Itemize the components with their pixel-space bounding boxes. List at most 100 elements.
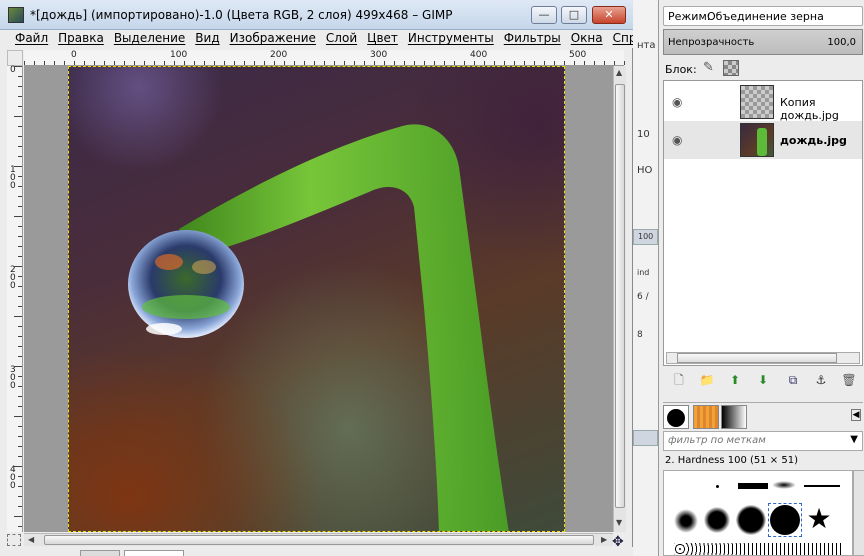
unit-selector[interactable] xyxy=(80,550,120,556)
brush-item[interactable] xyxy=(736,505,766,535)
ruler-tick xyxy=(604,61,605,65)
ruler-tick xyxy=(18,356,22,357)
brush-item[interactable] xyxy=(674,509,698,533)
vertical-scroll-thumb[interactable] xyxy=(615,84,625,508)
ruler-tick xyxy=(18,446,22,447)
image-canvas-raindrop-on-leaf[interactable] xyxy=(68,66,565,532)
ruler-tick xyxy=(494,61,495,65)
ruler-tick xyxy=(18,376,22,377)
ruler-tick xyxy=(384,61,385,65)
visibility-eye-icon[interactable]: ◉ xyxy=(672,95,690,109)
brush-grid: ★ xyxy=(663,470,853,556)
menu-image[interactable]: Изображение xyxy=(225,30,321,47)
menu-help[interactable]: Справка xyxy=(608,30,633,47)
close-button[interactable]: ✕ xyxy=(592,6,626,24)
brush-item[interactable] xyxy=(674,543,844,555)
layers-horizontal-scrollbar[interactable] xyxy=(666,352,860,364)
opacity-slider[interactable]: Непрозрачность 100,0 xyxy=(663,29,863,55)
brush-item[interactable] xyxy=(804,485,840,487)
scroll-left-icon[interactable]: ◀ xyxy=(28,535,34,544)
menu-colors[interactable]: Цвет xyxy=(362,30,403,47)
brush-grid-scrollbar[interactable] xyxy=(853,470,864,556)
horizontal-scrollbar[interactable]: ◀ ▶ xyxy=(24,533,613,546)
menu-bar: Файл Правка Выделение Вид Изображение Слой Цве… xyxy=(0,30,633,48)
delete-layer-icon[interactable]: 🗑 xyxy=(841,372,857,388)
ruler-tick xyxy=(464,61,465,65)
ruler-tick xyxy=(18,326,22,327)
ruler-tick xyxy=(18,86,22,87)
brush-item[interactable] xyxy=(704,507,730,533)
ruler-tick xyxy=(14,416,22,417)
tag-filter-input[interactable] xyxy=(668,435,838,446)
duplicate-layer-icon[interactable]: ⧉ xyxy=(785,372,801,388)
menu-tools[interactable]: Инструменты xyxy=(403,30,499,47)
ruler-tick xyxy=(134,61,135,65)
ruler-tick xyxy=(34,61,35,65)
vertical-scrollbar[interactable]: ▲ ▼ xyxy=(613,66,626,532)
dock-config-icon[interactable]: ◀ xyxy=(851,409,861,421)
layers-scroll-thumb[interactable] xyxy=(677,353,837,363)
layer-mode-select[interactable]: Режим: Объединение зерна xyxy=(663,6,863,26)
background-window-bar xyxy=(633,430,658,446)
anchor-layer-icon[interactable]: ⚓ xyxy=(813,372,829,388)
tab-patterns[interactable] xyxy=(693,405,719,429)
ruler-tick xyxy=(18,186,22,187)
ruler-tick xyxy=(274,61,275,65)
ruler-label: 100 xyxy=(10,165,16,191)
tag-filter-combo[interactable]: ▼ xyxy=(663,431,863,451)
vertical-ruler[interactable]: 0 100 200 300 400 xyxy=(7,66,23,532)
ruler-tick xyxy=(18,276,22,277)
brush-item[interactable] xyxy=(716,485,719,488)
ruler-corner-menu-button[interactable] xyxy=(7,50,23,66)
zoom-selector[interactable] xyxy=(124,550,184,556)
ruler-tick xyxy=(14,466,22,467)
scroll-up-icon[interactable]: ▲ xyxy=(616,68,622,77)
ruler-tick xyxy=(104,61,105,65)
layer-row[interactable]: ◉ дождь.jpg xyxy=(664,121,862,159)
horizontal-ruler[interactable]: 0 100 200 300 400 500 xyxy=(24,50,625,66)
ruler-tick xyxy=(18,306,22,307)
brush-item-selected[interactable] xyxy=(768,503,802,537)
raindrop-leaf-illustration xyxy=(128,124,509,531)
maximize-button[interactable]: □ xyxy=(561,6,587,24)
star-brush-icon[interactable]: ★ xyxy=(804,505,834,535)
lower-layer-icon[interactable]: ⬇ xyxy=(755,372,771,388)
background-window-text: 100 xyxy=(638,232,654,241)
scroll-right-icon[interactable]: ▶ xyxy=(601,535,607,544)
menu-layer[interactable]: Слой xyxy=(321,30,362,47)
raise-layer-icon[interactable]: ⬆ xyxy=(727,372,743,388)
brush-item[interactable] xyxy=(772,481,796,489)
menu-filters[interactable]: Фильтры xyxy=(499,30,566,47)
ruler-tick xyxy=(584,61,585,65)
ruler-tick xyxy=(254,61,255,65)
visibility-eye-icon[interactable]: ◉ xyxy=(672,133,690,147)
new-layer-group-icon[interactable]: 📁 xyxy=(699,372,715,388)
ruler-tick xyxy=(18,436,22,437)
menu-edit[interactable]: Правка xyxy=(53,30,109,47)
quick-mask-toggle-icon[interactable] xyxy=(7,534,21,546)
layer-row[interactable]: ◉ Копия дождь.jpg xyxy=(664,83,862,122)
lock-alpha-icon[interactable] xyxy=(723,60,739,76)
menu-file[interactable]: Файл xyxy=(0,30,53,47)
ruler-tick xyxy=(114,61,115,65)
horizontal-scroll-thumb[interactable] xyxy=(44,535,594,545)
tab-gradients[interactable] xyxy=(721,405,747,429)
menu-view[interactable]: Вид xyxy=(190,30,224,47)
ruler-tick xyxy=(14,66,22,67)
title-bar[interactable]: *[дождь] (импортировано)-1.0 (Цвета RGB,… xyxy=(0,0,633,30)
ruler-tick xyxy=(334,61,335,65)
scroll-down-icon[interactable]: ▼ xyxy=(616,518,622,527)
layer-thumbnail xyxy=(740,85,774,119)
canvas-area[interactable] xyxy=(24,66,613,532)
lock-pixels-brush-icon[interactable]: ✎ xyxy=(703,60,719,76)
new-layer-icon[interactable]: 🗋 xyxy=(671,372,687,388)
menu-select[interactable]: Выделение xyxy=(109,30,190,47)
ruler-tick xyxy=(264,61,265,65)
menu-windows[interactable]: Окна xyxy=(566,30,608,47)
minimize-button[interactable]: — xyxy=(531,6,557,24)
ruler-tick xyxy=(304,61,305,65)
ruler-tick xyxy=(14,266,22,267)
brush-item[interactable] xyxy=(738,483,768,489)
chevron-down-icon[interactable]: ▼ xyxy=(850,434,858,445)
tab-brushes[interactable] xyxy=(663,405,689,429)
